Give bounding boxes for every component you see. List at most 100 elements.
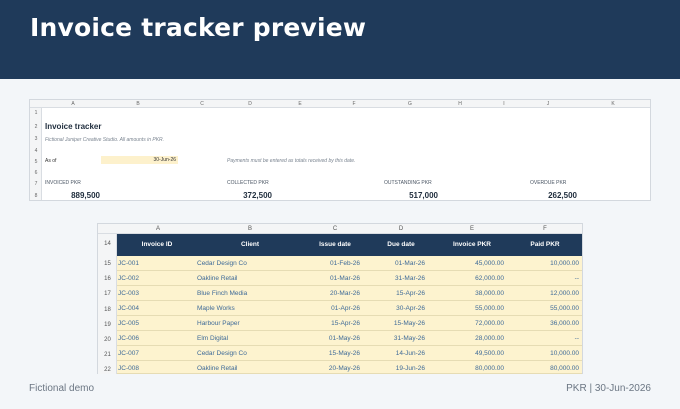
column-header-c[interactable]: C — [333, 224, 337, 234]
cell-invoice-id[interactable]: JC-003 — [118, 286, 139, 301]
header-paid-pkr[interactable]: Paid PKR — [530, 234, 559, 256]
cell-invoice-id[interactable]: JC-007 — [118, 346, 139, 361]
kpi-outstanding-label[interactable]: OUTSTANDING PKR — [384, 180, 432, 186]
column-header-c[interactable]: C — [200, 100, 204, 108]
column-header-e[interactable]: E — [298, 100, 301, 108]
cell-invoice-pkr[interactable]: 55,000.00 — [475, 301, 504, 316]
cell-issue-date[interactable]: 15-May-26 — [329, 346, 360, 361]
header-invoice-pkr[interactable]: Invoice PKR — [453, 234, 491, 256]
column-header-g[interactable]: G — [408, 100, 412, 108]
cell-paid-pkr[interactable]: 36,000.00 — [550, 316, 579, 331]
cell-issue-date[interactable]: 01-Mar-26 — [330, 271, 360, 286]
cell-invoice-pkr[interactable]: 72,000.00 — [475, 316, 504, 331]
cell-issue-date[interactable]: 01-Apr-26 — [331, 301, 360, 316]
row-header[interactable]: 6 — [30, 170, 42, 176]
cell-invoice-pkr[interactable]: 49,500.00 — [475, 346, 504, 361]
kpi-overdue-label[interactable]: OVERDUE PKR — [530, 180, 566, 186]
column-header-b[interactable]: B — [248, 224, 252, 234]
column-header-e[interactable]: E — [470, 224, 474, 234]
kpi-overdue-value[interactable]: 262,500 — [548, 191, 577, 200]
cell-client[interactable]: Elm Digital — [197, 331, 228, 346]
cell-invoice-pkr[interactable]: 45,000.00 — [475, 256, 504, 271]
cell-due-date[interactable]: 14-Jun-26 — [396, 346, 425, 361]
row-header[interactable]: 7 — [30, 181, 42, 187]
cell-due-date[interactable]: 15-May-26 — [394, 316, 425, 331]
table-row[interactable]: JC-008 Oakline Retail 20-May-26 19-Jun-2… — [117, 361, 582, 374]
kpi-collected-label[interactable]: COLLECTED PKR — [227, 180, 269, 186]
table-row[interactable]: JC-003 Blue Finch Media 20-Mar-26 15-Apr… — [117, 286, 582, 301]
cell-due-date[interactable]: 31-Mar-26 — [395, 271, 425, 286]
cell-invoice-id[interactable]: JC-008 — [118, 361, 139, 376]
cell-due-date[interactable]: 19-Jun-26 — [396, 361, 425, 376]
header-due-date[interactable]: Due date — [387, 234, 414, 256]
column-header-j[interactable]: J — [547, 100, 550, 108]
header-invoice-id[interactable]: Invoice ID — [142, 234, 173, 256]
column-header-k[interactable]: K — [611, 100, 614, 108]
cell-paid-pkr[interactable]: 10,000.00 — [550, 256, 579, 271]
cell-paid-pkr[interactable]: 55,000.00 — [550, 301, 579, 316]
cell-paid-pkr[interactable]: 80,000.00 — [550, 361, 579, 376]
sheet-subtitle[interactable]: Fictional Juniper Creative Studio. All a… — [45, 137, 164, 143]
cell-client[interactable]: Blue Finch Media — [197, 286, 247, 301]
kpi-outstanding-value[interactable]: 517,000 — [409, 191, 438, 200]
sheet-title[interactable]: Invoice tracker — [45, 122, 101, 131]
row-header[interactable]: 19 — [98, 322, 117, 328]
row-header[interactable]: 1 — [30, 110, 42, 116]
cell-paid-pkr[interactable]: 12,000.00 — [550, 286, 579, 301]
row-header[interactable]: 8 — [30, 193, 42, 199]
table-row[interactable]: JC-001 Cedar Design Co 01-Feb-26 01-Mar-… — [117, 256, 582, 271]
row-header[interactable]: 17 — [98, 291, 117, 297]
cell-invoice-id[interactable]: JC-005 — [118, 316, 139, 331]
column-header-d[interactable]: D — [399, 224, 403, 234]
cell-issue-date[interactable]: 20-May-26 — [329, 361, 360, 376]
table-row[interactable]: JC-006 Elm Digital 01-May-26 31-May-26 2… — [117, 331, 582, 346]
row-header[interactable]: 14 — [98, 241, 117, 247]
cell-client[interactable]: Cedar Design Co — [197, 256, 247, 271]
cell-due-date[interactable]: 01-Mar-26 — [395, 256, 425, 271]
row-header[interactable]: 3 — [30, 136, 42, 142]
row-header[interactable]: 2 — [30, 124, 42, 130]
row-header[interactable]: 21 — [98, 352, 117, 358]
column-header-b[interactable]: B — [136, 100, 139, 108]
cell-invoice-pkr[interactable]: 38,000.00 — [475, 286, 504, 301]
table-row[interactable]: JC-004 Maple Works 01-Apr-26 30-Apr-26 5… — [117, 301, 582, 316]
row-header[interactable]: 5 — [30, 159, 42, 165]
table-row[interactable]: JC-007 Cedar Design Co 15-May-26 14-Jun-… — [117, 346, 582, 361]
table-row[interactable]: JC-002 Oakline Retail 01-Mar-26 31-Mar-2… — [117, 271, 582, 286]
cell-client[interactable]: Maple Works — [197, 301, 235, 316]
row-header[interactable]: 18 — [98, 307, 117, 313]
cell-invoice-id[interactable]: JC-004 — [118, 301, 139, 316]
summary-sheet[interactable]: A B C D E F G H I J K 1 2 3 4 5 6 7 8 In… — [29, 99, 651, 201]
column-header-h[interactable]: H — [458, 100, 462, 108]
column-header-a[interactable]: A — [71, 100, 74, 108]
cell-invoice-pkr[interactable]: 62,000.00 — [475, 271, 504, 286]
payment-note[interactable]: Payments must be entered as totals recei… — [227, 158, 355, 164]
cell-paid-pkr[interactable]: -- — [575, 271, 579, 286]
kpi-invoiced-label[interactable]: INVOICED PKR — [45, 180, 81, 186]
cell-issue-date[interactable]: 15-Apr-26 — [331, 316, 360, 331]
header-client[interactable]: Client — [241, 234, 259, 256]
cell-invoice-pkr[interactable]: 28,000.00 — [475, 331, 504, 346]
as-of-label[interactable]: As of — [45, 158, 56, 164]
header-issue-date[interactable]: Issue date — [319, 234, 351, 256]
as-of-date-cell[interactable]: 30-Jun-26 — [101, 156, 178, 164]
kpi-invoiced-value[interactable]: 889,500 — [71, 191, 100, 200]
column-header-f[interactable]: F — [352, 100, 355, 108]
cell-due-date[interactable]: 30-Apr-26 — [396, 301, 425, 316]
cell-paid-pkr[interactable]: -- — [575, 331, 579, 346]
row-header[interactable]: 16 — [98, 276, 117, 282]
column-header-d[interactable]: D — [248, 100, 252, 108]
cell-client[interactable]: Oakline Retail — [197, 361, 237, 376]
cell-invoice-id[interactable]: JC-001 — [118, 256, 139, 271]
cell-client[interactable]: Harbour Paper — [197, 316, 240, 331]
cell-invoice-id[interactable]: JC-002 — [118, 271, 139, 286]
cell-issue-date[interactable]: 01-May-26 — [329, 331, 360, 346]
column-header-a[interactable]: A — [156, 224, 160, 234]
column-header-f[interactable]: F — [543, 224, 547, 234]
cell-due-date[interactable]: 15-Apr-26 — [396, 286, 425, 301]
cell-client[interactable]: Cedar Design Co — [197, 346, 247, 361]
cell-paid-pkr[interactable]: 10,000.00 — [550, 346, 579, 361]
cell-issue-date[interactable]: 20-Mar-26 — [330, 286, 360, 301]
kpi-collected-value[interactable]: 372,500 — [243, 191, 272, 200]
table-row[interactable]: JC-005 Harbour Paper 15-Apr-26 15-May-26… — [117, 316, 582, 331]
